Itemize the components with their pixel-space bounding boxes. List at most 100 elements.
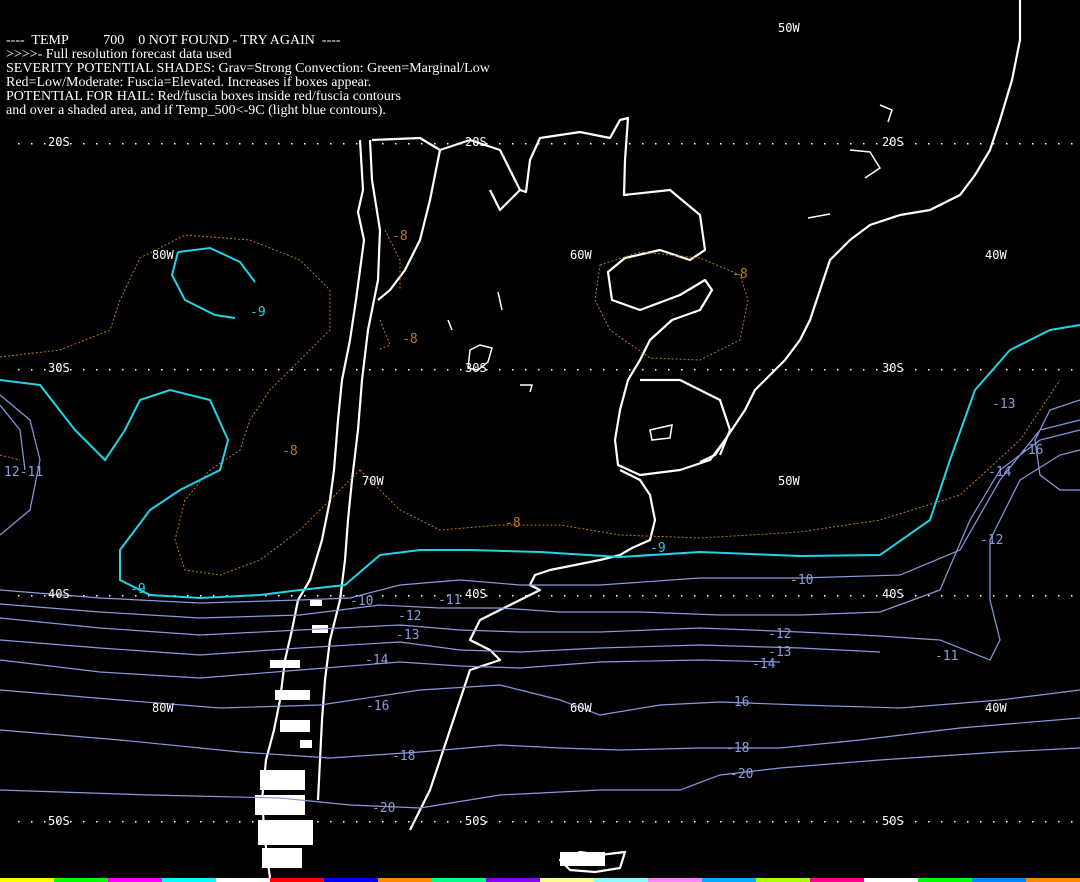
grid-dot (408, 595, 410, 597)
grid-dot (1058, 369, 1060, 371)
grid-dot (577, 143, 579, 145)
grid-dot (1006, 821, 1008, 823)
grid-dot (512, 821, 514, 823)
grid-dot (109, 595, 111, 597)
grid-dot (655, 143, 657, 145)
grid-dot (512, 595, 514, 597)
grid-dot (694, 595, 696, 597)
color-strip (0, 878, 1080, 882)
color-strip-segment (540, 878, 594, 882)
grid-dot (720, 369, 722, 371)
contour-label: -11 (935, 649, 958, 664)
grid-dot (83, 821, 85, 823)
grid-dot (603, 369, 605, 371)
grid-dot (213, 369, 215, 371)
grid-dot (590, 369, 592, 371)
grid-dot (1006, 369, 1008, 371)
contour-label: -8 (282, 444, 298, 459)
grid-dot (187, 143, 189, 145)
color-strip-segment (0, 878, 54, 882)
grid-dot (655, 369, 657, 371)
grid-dot (408, 369, 410, 371)
grid-dot (642, 143, 644, 145)
grid-dot (382, 821, 384, 823)
contour-label: -12 (768, 627, 791, 642)
grid-dot (330, 369, 332, 371)
grid-dot (681, 821, 683, 823)
brazil-coastline (699, 0, 1022, 463)
grid-dot (707, 369, 709, 371)
lon-label-60w: 60W (570, 248, 592, 262)
grid-dot (122, 595, 124, 597)
grid-dot (96, 369, 98, 371)
contour-label: -13 (992, 397, 1015, 412)
grid-dot (343, 821, 345, 823)
contour-label: -8 (732, 267, 748, 282)
grid-dot (512, 143, 514, 145)
grid-dot (44, 595, 46, 597)
color-strip-segment (108, 878, 162, 882)
lat-label-30s: 30S (48, 361, 70, 375)
grid-dot (317, 595, 319, 597)
grid-dot (642, 821, 644, 823)
grid-dot (1006, 595, 1008, 597)
contour-label: -20 (372, 801, 395, 816)
grid-dot (590, 143, 592, 145)
grid-dot (135, 143, 137, 145)
grid-dot (746, 595, 748, 597)
grid-dot (395, 369, 397, 371)
grid-dot (941, 595, 943, 597)
grid-dot (954, 595, 956, 597)
grid-dot (551, 143, 553, 145)
contour-label: -18 (392, 749, 415, 764)
grid-dot (18, 143, 20, 145)
grid-dot (759, 821, 761, 823)
grid-dot (668, 369, 670, 371)
grid-dot (200, 369, 202, 371)
grid-dot (564, 143, 566, 145)
grid-dot (447, 369, 449, 371)
grid-dot (642, 595, 644, 597)
grid-dot (395, 595, 397, 597)
grid-dot (837, 821, 839, 823)
grid-dot (668, 821, 670, 823)
grid-dot (44, 821, 46, 823)
grid-dot (772, 595, 774, 597)
grid-dot (772, 143, 774, 145)
grid-dot (850, 369, 852, 371)
color-strip-segment (810, 878, 864, 882)
grid-dot (629, 143, 631, 145)
color-strip-segment (918, 878, 972, 882)
lat-label-30s: 30S (465, 361, 487, 375)
grid-dot (304, 143, 306, 145)
grid-dot (109, 821, 111, 823)
grid-dot (395, 143, 397, 145)
grid-dot (382, 595, 384, 597)
grid-dot (356, 369, 358, 371)
grid-dot (499, 369, 501, 371)
grid-dot (148, 821, 150, 823)
grid-dot (174, 821, 176, 823)
grid-dot (863, 821, 865, 823)
grid-dot (434, 369, 436, 371)
grid-dot (70, 143, 72, 145)
grid-dot (928, 595, 930, 597)
grid-dot (993, 595, 995, 597)
grid-dot (252, 369, 254, 371)
color-strip-segment (324, 878, 378, 882)
grid-dot (187, 369, 189, 371)
grid-dot (291, 595, 293, 597)
grid-dot (174, 143, 176, 145)
grid-dot (863, 595, 865, 597)
grid-dot (512, 369, 514, 371)
grid-dot (980, 143, 982, 145)
grid-dot (499, 143, 501, 145)
grid-dot (876, 595, 878, 597)
contour-label: -12 (980, 533, 1003, 548)
grid-dot (122, 821, 124, 823)
grid-dot (1058, 821, 1060, 823)
grid-dot (434, 143, 436, 145)
lon-label-60w: 60W (570, 701, 592, 715)
grid-dot (525, 143, 527, 145)
grid-dot (499, 821, 501, 823)
